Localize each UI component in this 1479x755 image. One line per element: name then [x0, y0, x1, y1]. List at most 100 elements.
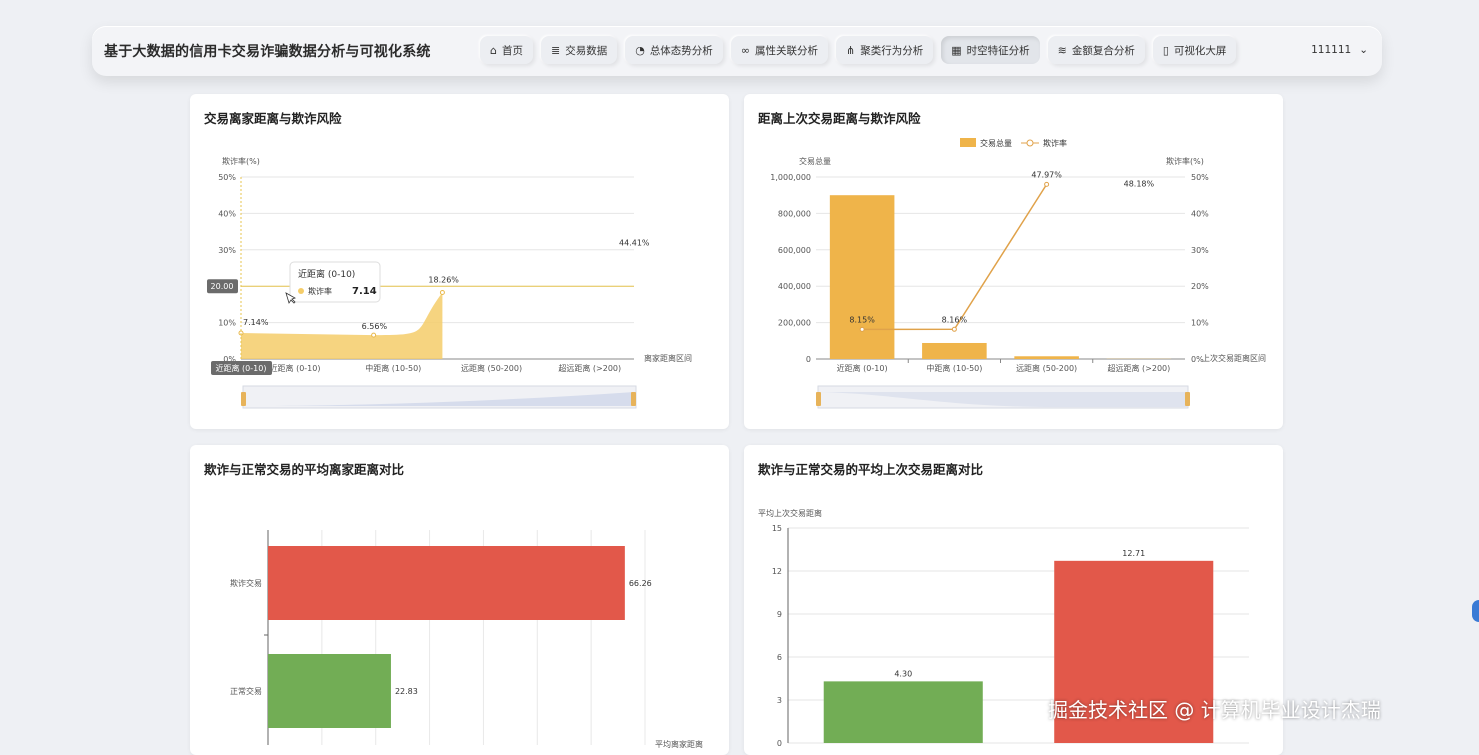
tooltip-series: 欺诈率 — [308, 286, 332, 296]
y-tick-label: 12 — [772, 567, 782, 576]
nav-item-6[interactable]: ≋ 金额复合分析 — [1048, 36, 1145, 64]
watermark: 掘金技术社区 @ 计算机毕业设计杰瑞 — [1048, 694, 1381, 723]
x-axis-label: 离家距离区间 — [644, 353, 692, 363]
user-menu[interactable]: 111111 ⌄ — [1311, 44, 1368, 56]
x-tick-label: 中距离 (10-50) — [926, 363, 982, 373]
y-tick-label: 10% — [218, 319, 236, 328]
nav-label: 属性关联分析 — [755, 43, 818, 58]
y-tick-label: 9 — [777, 610, 782, 619]
data-label: 8.16% — [942, 315, 968, 324]
y-axis-label: 交易总量 — [799, 156, 831, 166]
nav-item-5[interactable]: ▦ 时空特征分析 — [941, 36, 1039, 64]
data-label: 7.14% — [243, 318, 269, 327]
data-label: 22.83 — [395, 687, 418, 696]
data-label: 6.56% — [362, 322, 388, 331]
bar — [268, 654, 391, 728]
data-label: 66.26 — [629, 579, 652, 588]
y-tick-label: 3 — [777, 696, 782, 705]
chart-card-last-distance: 距离上次交易距离与欺诈风险 交易总量欺诈率交易总量欺诈率(%)0200,0004… — [744, 94, 1283, 429]
x-tick-label: 远距离 (50-200) — [1016, 363, 1077, 373]
nav-item-0[interactable]: ⌂ 首页 — [480, 36, 533, 64]
x-axis-label: 上次交易距离区间 — [1202, 353, 1266, 363]
home-distance-chart[interactable]: 欺诈率(%)0%10%20%30%40%50%离家距离区间近距离 (0-10)中… — [190, 94, 729, 429]
x-tick-label: 超远距离 (>200) — [1107, 363, 1170, 373]
nav-item-3[interactable]: ∞ 属性关联分析 — [731, 36, 828, 64]
home-icon: ⌂ — [490, 44, 497, 57]
y2-tick-label: 50% — [1191, 173, 1209, 182]
y-tick-label: 6 — [777, 653, 782, 662]
database-icon: ≣ — [551, 44, 560, 57]
y-tick-label: 欺诈交易 — [230, 578, 262, 588]
y2-tick-label: 40% — [1191, 209, 1209, 218]
y-tick-label: 400,000 — [778, 282, 811, 291]
nav-item-2[interactable]: ◔ 总体态势分析 — [625, 36, 723, 64]
y-tick-label: 0 — [806, 355, 811, 364]
bar — [268, 546, 625, 620]
datazoom-handle-left — [816, 392, 821, 406]
tooltip-title: 近距离 (0-10) — [298, 268, 355, 280]
side-float-button[interactable] — [1472, 600, 1479, 622]
data-point — [372, 333, 376, 337]
bar — [922, 343, 987, 359]
datazoom-handle-right — [1185, 392, 1190, 406]
datazoom-handle-left — [241, 392, 246, 406]
screen-icon: ▯ — [1163, 44, 1169, 57]
y-axis-label: 欺诈率(%) — [222, 156, 260, 166]
y-tick-label: 800,000 — [778, 209, 811, 218]
cluster-icon: ⋔ — [846, 44, 855, 57]
y-axis-label: 平均上次交易距离 — [758, 508, 822, 518]
x-tick-label: 超远距离 (>200) — [558, 363, 621, 373]
nav-label: 金额复合分析 — [1072, 43, 1135, 58]
coins-icon: ≋ — [1058, 44, 1067, 57]
username: 111111 — [1311, 44, 1351, 56]
y-tick-label: 600,000 — [778, 246, 811, 255]
nav-item-7[interactable]: ▯可视化大屏 — [1153, 36, 1237, 64]
map-icon: ▦ — [951, 44, 961, 57]
y-tick-label: 15 — [772, 524, 782, 533]
data-point — [440, 291, 444, 295]
top-navbar: 基于大数据的信用卡交易诈骗数据分析与可视化系统 ⌂ 首页 ≣交易数据 ◔ 总体态势分析 ∞… — [92, 26, 1382, 76]
y2-tick-label: 20% — [1191, 282, 1209, 291]
bar — [830, 195, 895, 359]
area-series — [241, 293, 442, 359]
y-tick-label: 30% — [218, 246, 236, 255]
nav-label: 首页 — [502, 43, 523, 58]
bar — [824, 681, 983, 743]
y-tick-label: 200,000 — [778, 319, 811, 328]
tooltip-marker — [298, 288, 304, 294]
avg-home-distance-chart[interactable]: 欺诈交易66.26正常交易22.83平均离家距离 — [190, 445, 729, 755]
link-icon: ∞ — [741, 44, 750, 57]
legend-swatch-bar — [960, 138, 976, 147]
nav-label: 总体态势分析 — [650, 43, 713, 58]
pie-chart-icon: ◔ — [635, 44, 645, 57]
x-tick-label: 近距离 (0-10) — [837, 363, 888, 373]
datazoom-handle-right — [631, 392, 636, 406]
data-label: 47.97% — [1031, 170, 1062, 179]
y-tick-label: 50% — [218, 173, 236, 182]
y-tick-label: 40% — [218, 209, 236, 218]
x-tick-label: 近距离 (0-10) — [270, 363, 321, 373]
legend-swatch-marker — [1027, 140, 1033, 146]
nav-item-1[interactable]: ≣交易数据 — [541, 36, 617, 64]
chart-card-home-distance: 交易离家距离与欺诈风险 欺诈率(%)0%10%20%30%40%50%离家距离区… — [190, 94, 729, 429]
last-distance-chart[interactable]: 交易总量欺诈率交易总量欺诈率(%)0200,000400,000600,0008… — [744, 94, 1283, 429]
data-label: 12.71 — [1122, 549, 1145, 558]
tooltip-value: 7.14 — [352, 286, 377, 297]
x-tick-label: 中距离 (10-50) — [365, 363, 421, 373]
chart-card-avg-home-distance: 欺诈与正常交易的平均离家距离对比 欺诈交易66.26正常交易22.83平均离家距… — [190, 445, 729, 755]
legend-label: 交易总量 — [980, 138, 1012, 148]
x-tick-label: 远距离 (50-200) — [461, 363, 522, 373]
nav-label: 时空特征分析 — [967, 43, 1030, 58]
y-tick-label: 正常交易 — [230, 686, 262, 696]
bar — [1014, 356, 1079, 359]
crosshair-y-label: 20.00 — [211, 282, 234, 291]
main-nav: ⌂ 首页 ≣交易数据 ◔ 总体态势分析 ∞ 属性关联分析 ⋔聚类行为分析 ▦ 时空特征分析 ≋ 金额复… — [480, 36, 1236, 64]
nav-item-4[interactable]: ⋔聚类行为分析 — [836, 36, 933, 64]
data-label: 44.41% — [619, 238, 650, 247]
data-label: 8.15% — [849, 315, 875, 324]
legend-label: 欺诈率 — [1043, 138, 1067, 148]
data-label: 4.30 — [894, 669, 912, 678]
data-label: 48.18% — [1124, 180, 1155, 189]
data-label: 18.26% — [428, 276, 459, 285]
app-title: 基于大数据的信用卡交易诈骗数据分析与可视化系统 — [104, 41, 431, 61]
